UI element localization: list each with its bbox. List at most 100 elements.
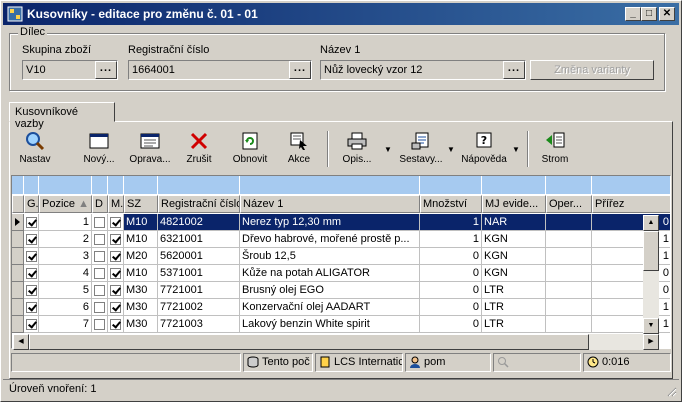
checkbox-m[interactable] (110, 234, 121, 245)
scroll-down-icon[interactable]: ▼ (643, 318, 659, 334)
skupina-browse-button[interactable]: ... (95, 61, 117, 79)
checkbox-d[interactable] (94, 268, 105, 279)
bom-grid[interactable]: G. Pozice ▲ D M. SZ Registrační číslo Ná… (11, 175, 671, 349)
row-indicator[interactable] (12, 316, 24, 333)
col-header-g[interactable]: G. (24, 195, 39, 213)
table-row[interactable]: 4 M10 5371001 Kůže na potah ALIGATOR 0 KGN 0 (12, 265, 670, 282)
col-header-nazev[interactable]: Název 1 (240, 195, 420, 213)
checkbox-m[interactable] (110, 217, 121, 228)
maximize-button[interactable]: □ (641, 7, 657, 21)
checkbox-d[interactable] (94, 285, 105, 296)
row-indicator[interactable] (12, 231, 24, 248)
row-indicator[interactable] (12, 299, 24, 316)
minimize-button[interactable]: _ (625, 7, 641, 21)
skupina-field[interactable]: V10 ... (22, 60, 118, 80)
checkbox-g[interactable] (26, 268, 37, 279)
group-cell (592, 176, 670, 194)
col-header-pozice[interactable]: Pozice ▲ (39, 195, 92, 213)
vertical-scrollbar[interactable]: ▲ ▼ (643, 215, 659, 334)
checkbox-g[interactable] (26, 217, 37, 228)
col-header-m[interactable]: M. (108, 195, 124, 213)
table-row[interactable]: 5 M30 7721001 Brusný olej EGO 0 LTR 0 (12, 282, 670, 299)
zmena-varianty-button[interactable]: Změna varianty (530, 60, 654, 80)
checkbox-g[interactable] (26, 285, 37, 296)
registracni-field[interactable]: 1664001 ... (128, 60, 312, 80)
table-row[interactable]: 6 M30 7721002 Konzervační olej AADART 0 LTR 1 (12, 299, 670, 316)
sestavy-dropdown-icon[interactable]: ▼ (447, 145, 455, 154)
checkbox-d[interactable] (94, 234, 105, 245)
title-bar[interactable]: Kusovníky - editace pro změnu č. 01 - 01… (3, 3, 679, 25)
cell-nazev: Lakový benzin White spirit (240, 316, 420, 333)
col-header-pozice-label: Pozice (42, 198, 76, 210)
checkbox-d[interactable] (94, 319, 105, 330)
checkbox-g[interactable] (26, 251, 37, 262)
checkbox-m[interactable] (110, 319, 121, 330)
checkbox-d[interactable] (94, 217, 105, 228)
window-title: Kusovníky - editace pro změnu č. 01 - 01 (27, 7, 258, 21)
table-row[interactable]: 1 M10 4821002 Nerez typ 12,30 mm 1 NAR 0 (12, 214, 670, 231)
napoveda-button[interactable]: ? Nápověda (461, 129, 507, 169)
col-header-d[interactable]: D (92, 195, 108, 213)
table-row[interactable]: 7 M30 7721003 Lakový benzin White spirit 0 LT… (12, 316, 670, 333)
col-header-mj[interactable]: MJ evide... (482, 195, 546, 213)
cell-mnozstvi: 0 (420, 299, 482, 316)
row-indicator[interactable] (12, 282, 24, 299)
cell-g (24, 248, 39, 265)
strom-button[interactable]: Strom (539, 129, 571, 169)
akce-button[interactable]: Akce (285, 129, 313, 169)
close-button[interactable]: ✕ (659, 7, 675, 21)
row-indicator[interactable] (12, 214, 24, 231)
database-icon (247, 356, 259, 368)
col-header-prirez[interactable]: Přířez (592, 195, 670, 213)
table-row[interactable]: 2 M10 6321001 Dřevo habrové, mořené prostě … (12, 231, 670, 248)
nazev-browse-button[interactable]: ... (503, 61, 525, 79)
oprava-button[interactable]: Oprava... (129, 129, 171, 169)
cell-d (92, 299, 108, 316)
scroll-left-icon[interactable]: ◀ (13, 334, 29, 350)
cell-sz: M30 (124, 282, 158, 299)
checkbox-m[interactable] (110, 285, 121, 296)
cell-d (92, 214, 108, 231)
row-indicator[interactable] (12, 265, 24, 282)
checkbox-g[interactable] (26, 319, 37, 330)
obnovit-button[interactable]: Obnovit (231, 129, 269, 169)
checkbox-m[interactable] (110, 251, 121, 262)
tab-kusovnikove-vazby[interactable]: Kusovníkové vazby (9, 102, 115, 130)
resize-grip-icon[interactable] (665, 385, 677, 397)
checkbox-g[interactable] (26, 302, 37, 313)
scroll-right-icon[interactable]: ▶ (643, 334, 659, 350)
col-header-oper[interactable]: Oper... (546, 195, 592, 213)
sestavy-button[interactable]: Sestavy... (399, 129, 443, 169)
cell-sz: M10 (124, 265, 158, 282)
registracni-browse-button[interactable]: ... (289, 61, 311, 79)
opis-dropdown-icon[interactable]: ▼ (384, 145, 392, 154)
cell-m (108, 265, 124, 282)
nastav-button[interactable]: Nastav (15, 129, 55, 169)
scroll-up-icon[interactable]: ▲ (643, 215, 659, 231)
toolbar-separator (327, 131, 329, 167)
novy-button[interactable]: Nový... (81, 129, 117, 169)
checkbox-d[interactable] (94, 302, 105, 313)
cell-m (108, 282, 124, 299)
horizontal-scrollbar[interactable]: ◀ ▶ (13, 334, 659, 350)
checkbox-g[interactable] (26, 234, 37, 245)
col-header-registracni[interactable]: Registrační číslo (158, 195, 240, 213)
grid-status-bar: Tento poč LCS Internatic pom 0:016 (11, 353, 671, 372)
vertical-scroll-thumb[interactable] (643, 231, 659, 271)
nazev-field[interactable]: Nůž lovecký vzor 12 ... (320, 60, 526, 80)
row-indicator[interactable] (12, 248, 24, 265)
col-header-mnozstvi[interactable]: Množství (420, 195, 482, 213)
dilec-group: Dílec Skupina zboží V10 ... Registrační … (9, 26, 665, 91)
checkbox-d[interactable] (94, 251, 105, 262)
checkbox-m[interactable] (110, 302, 121, 313)
opis-button[interactable]: Opis... (341, 129, 373, 169)
horizontal-scroll-thumb[interactable] (29, 334, 589, 350)
col-header-sz[interactable]: SZ (124, 195, 158, 213)
napoveda-dropdown-icon[interactable]: ▼ (512, 145, 520, 154)
cell-pozice: 7 (39, 316, 92, 333)
zrusit-button[interactable]: Zrušit (183, 129, 215, 169)
cell-prirez: 1 (592, 231, 670, 248)
cell-sz: M30 (124, 316, 158, 333)
table-row[interactable]: 3 M20 5620001 Šroub 12,5 0 KGN 1 (12, 248, 670, 265)
checkbox-m[interactable] (110, 268, 121, 279)
